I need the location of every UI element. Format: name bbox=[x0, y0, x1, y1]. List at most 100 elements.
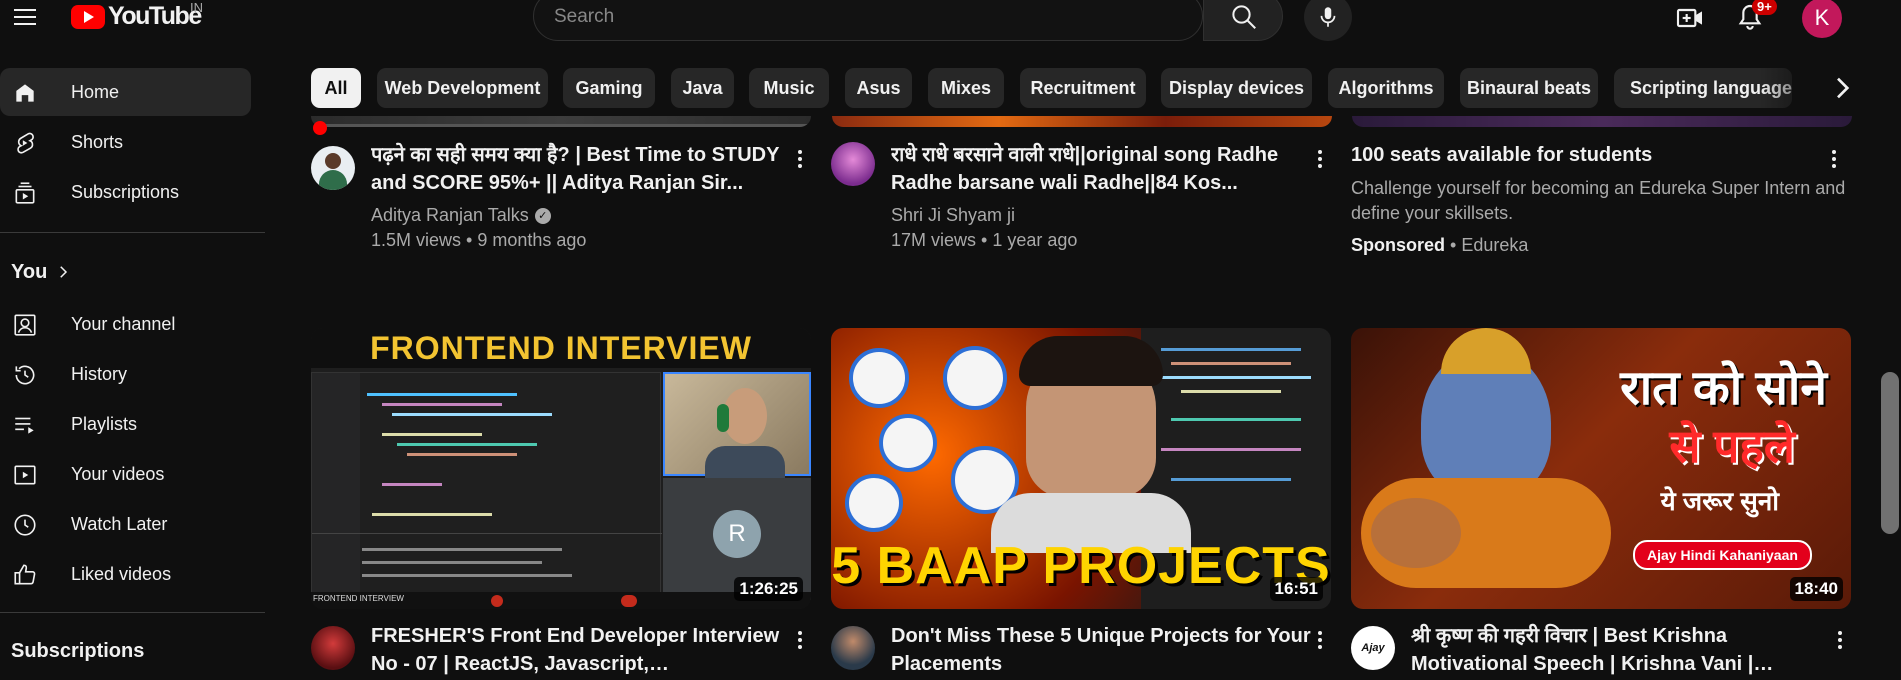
video-thumbnail[interactable]: 5 BAAP PROJECTS 16:51 bbox=[831, 328, 1331, 609]
more-actions-icon[interactable] bbox=[793, 147, 807, 171]
video-duration: 18:40 bbox=[1789, 577, 1843, 601]
chip-all[interactable]: All bbox=[311, 68, 361, 108]
menu-icon[interactable] bbox=[14, 4, 38, 28]
chip-asus[interactable]: Asus bbox=[845, 68, 912, 108]
page-scrollbar[interactable] bbox=[1881, 372, 1899, 534]
channel-avatar[interactable] bbox=[831, 626, 875, 670]
channel-name-text: Aditya Ranjan Talks bbox=[371, 205, 529, 225]
youtube-logo[interactable]: YouTube bbox=[71, 2, 202, 31]
notification-badge: 9+ bbox=[1752, 0, 1777, 15]
video-duration: 16:51 bbox=[1269, 577, 1323, 601]
chevron-right-icon[interactable] bbox=[1826, 72, 1858, 104]
thumbnail-line-3: ये जरूर सुनो bbox=[1660, 486, 1779, 516]
subscriptions-heading: Subscriptions bbox=[11, 640, 145, 662]
video-title[interactable]: पढ़ने का सही समय क्या है? | Best Time to… bbox=[371, 141, 791, 197]
sidebar-item-label: History bbox=[71, 363, 128, 384]
sidebar-item-playlists[interactable]: Playlists bbox=[0, 400, 251, 448]
sidebar-item-watch-later[interactable]: Watch Later bbox=[0, 500, 251, 548]
thumbnail-heading: FRONTEND INTERVIEW bbox=[370, 330, 752, 366]
create-video-icon[interactable] bbox=[1674, 2, 1706, 34]
ad-thumbnail[interactable] bbox=[1352, 116, 1852, 127]
search-button[interactable] bbox=[1203, 0, 1283, 41]
chip-display-devices[interactable]: Display devices bbox=[1161, 68, 1312, 108]
watch-later-icon bbox=[14, 514, 36, 536]
ad-title[interactable]: 100 seats available for students bbox=[1351, 141, 1831, 169]
channel-icon bbox=[14, 314, 36, 336]
playlists-icon bbox=[15, 417, 34, 434]
video-title[interactable]: राधे राधे बरसाने वाली राधे||original son… bbox=[891, 141, 1311, 197]
video-title[interactable]: FRESHER'S Front End Developer Interview … bbox=[371, 622, 791, 678]
sidebar-item-label: Home bbox=[71, 81, 120, 102]
sidebar-item-shorts[interactable]: Shorts bbox=[0, 118, 251, 166]
chip-binaural-beats[interactable]: Binaural beats bbox=[1460, 68, 1598, 108]
thumbnail-heading: 5 BAAP PROJECTS bbox=[831, 537, 1331, 595]
chip-algorithms[interactable]: Algorithms bbox=[1328, 68, 1444, 108]
channel-avatar[interactable] bbox=[311, 626, 355, 670]
more-actions-icon[interactable] bbox=[1313, 147, 1327, 171]
microphone-icon bbox=[1320, 7, 1336, 27]
sidebar-you-header[interactable]: You bbox=[0, 248, 251, 296]
sidebar-item-label: Your videos bbox=[71, 463, 165, 484]
sidebar-item-home[interactable]: Home bbox=[0, 68, 251, 116]
sidebar-item-label: Your channel bbox=[71, 313, 176, 334]
search-icon bbox=[1232, 5, 1256, 29]
like-icon bbox=[14, 564, 36, 585]
sidebar-item-your-channel[interactable]: Your channel bbox=[0, 300, 251, 348]
sidebar-item-history[interactable]: History bbox=[0, 350, 251, 398]
video-thumbnail[interactable] bbox=[311, 116, 811, 127]
more-actions-icon[interactable] bbox=[1313, 628, 1327, 652]
more-actions-icon[interactable] bbox=[1827, 147, 1841, 171]
channel-name[interactable]: Aditya Ranjan Talks ✓ bbox=[371, 205, 551, 226]
video-title[interactable]: Don't Miss These 5 Unique Projects for Y… bbox=[891, 622, 1311, 678]
channel-avatar[interactable] bbox=[311, 146, 355, 190]
thumbnail-caption: FRONTEND INTERVIEW bbox=[313, 594, 404, 603]
logo-text: YouTube bbox=[108, 2, 202, 30]
home-icon bbox=[16, 84, 34, 102]
sidebar-item-label: Subscriptions bbox=[71, 181, 180, 202]
verified-icon: ✓ bbox=[534, 208, 551, 225]
chip-web-development[interactable]: Web Development bbox=[377, 68, 548, 108]
channel-name[interactable]: Shri Ji Shyam ji bbox=[891, 205, 1015, 226]
video-thumbnail[interactable] bbox=[832, 116, 1332, 127]
subscriptions-icon bbox=[15, 182, 35, 204]
sidebar-item-subscriptions[interactable]: Subscriptions bbox=[0, 168, 251, 216]
advertiser-name[interactable]: Edureka bbox=[1461, 235, 1528, 255]
thumbnail-tag: Ajay Hindi Kahaniyaan bbox=[1633, 540, 1812, 570]
sidebar-item-label: Liked videos bbox=[71, 563, 172, 584]
chip-recruitment[interactable]: Recruitment bbox=[1020, 68, 1146, 108]
video-duration: 1:26:25 bbox=[734, 577, 803, 601]
sidebar-item-liked-videos[interactable]: Liked videos bbox=[0, 550, 251, 598]
sidebar-divider bbox=[0, 612, 265, 613]
sidebar-item-label: Watch Later bbox=[71, 513, 168, 534]
sidebar-item-your-videos[interactable]: Your videos bbox=[0, 450, 251, 498]
sponsored-label: Sponsored bbox=[1351, 235, 1446, 255]
shorts-icon bbox=[17, 132, 34, 154]
more-actions-icon[interactable] bbox=[793, 628, 807, 652]
channel-avatar[interactable] bbox=[831, 142, 875, 186]
progress-scrubber bbox=[313, 121, 327, 135]
sidebar: Home Shorts Subscriptions You Your chann… bbox=[0, 36, 265, 680]
chip-java[interactable]: Java bbox=[671, 68, 734, 108]
more-actions-icon[interactable] bbox=[1833, 628, 1847, 652]
voice-search-button[interactable] bbox=[1304, 0, 1352, 41]
video-title[interactable]: श्री कृष्ण की गहरी विचार | Best Krishna … bbox=[1411, 622, 1831, 678]
search-input[interactable] bbox=[534, 0, 1202, 40]
channel-avatar[interactable]: Ajay bbox=[1351, 626, 1395, 670]
country-code: IN bbox=[190, 0, 203, 15]
video-thumbnail[interactable]: रात को सोने से पहले ये जरूर सुनो Ajay Hi… bbox=[1351, 328, 1851, 609]
search-box bbox=[533, 0, 1203, 41]
chip-music[interactable]: Music bbox=[749, 68, 829, 108]
watch-progress-track bbox=[311, 124, 811, 127]
sidebar-item-label: Shorts bbox=[71, 131, 124, 152]
masthead: YouTube IN 9+ K bbox=[0, 0, 1901, 41]
sidebar-item-label: Playlists bbox=[71, 413, 138, 434]
video-thumbnail[interactable]: FRONTEND INTERVIEW R FRONTEND INTERVIEW … bbox=[311, 328, 811, 609]
thumbnail-line-1: रात को सोने bbox=[1620, 362, 1827, 415]
chip-gaming[interactable]: Gaming bbox=[563, 68, 655, 108]
account-avatar[interactable]: K bbox=[1802, 0, 1842, 38]
participant-avatar: R bbox=[713, 510, 761, 558]
chevron-right-icon bbox=[60, 266, 68, 278]
chip-mixes[interactable]: Mixes bbox=[928, 68, 1004, 108]
you-heading: You bbox=[11, 260, 48, 283]
sidebar-divider bbox=[0, 232, 265, 233]
